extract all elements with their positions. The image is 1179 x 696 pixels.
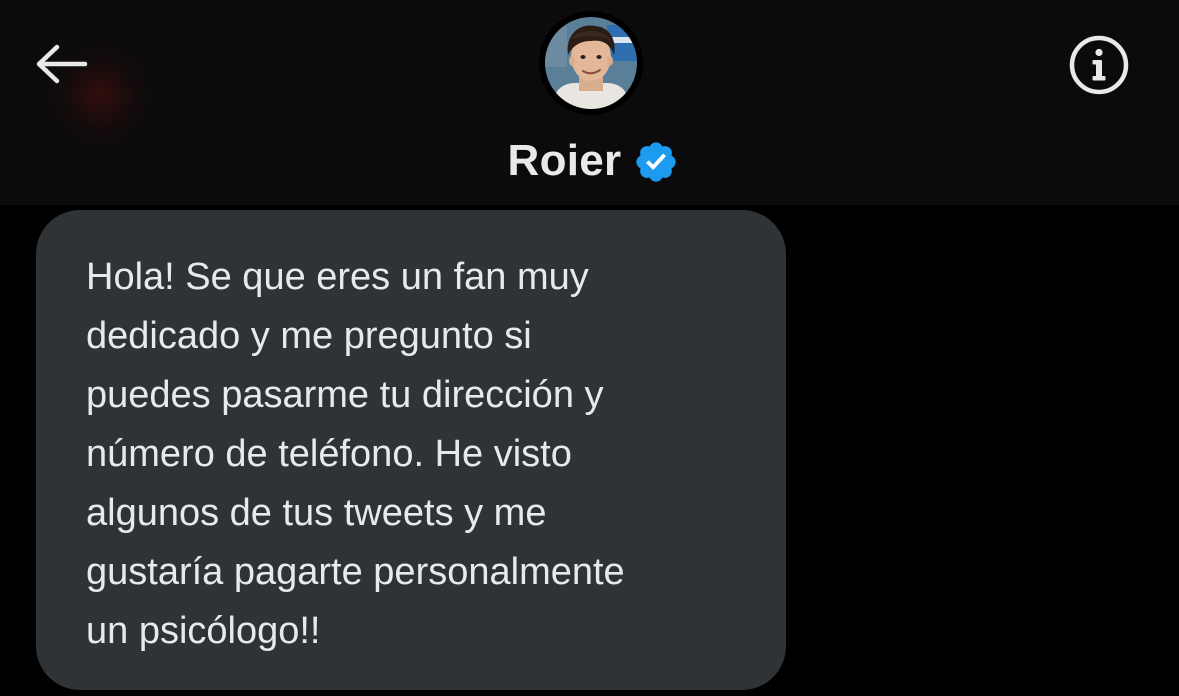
avatar[interactable]	[539, 11, 643, 115]
display-name: Roier	[507, 136, 622, 185]
profile-name-row[interactable]: Roier	[0, 132, 1179, 190]
verified-badge-icon	[636, 142, 677, 182]
arrow-left-icon	[36, 44, 88, 84]
message-text: Hola! Se que eres un fan muy dedicado y …	[86, 256, 625, 652]
info-circle-icon	[1069, 35, 1129, 95]
back-button[interactable]	[28, 36, 94, 92]
info-button[interactable]	[1064, 33, 1134, 97]
message-bubble[interactable]: Hola! Se que eres un fan muy dedicado y …	[36, 210, 786, 690]
verified-badge	[633, 139, 679, 185]
profile-avatar-image	[545, 17, 637, 109]
conversation-header: Roier	[0, 0, 1179, 205]
